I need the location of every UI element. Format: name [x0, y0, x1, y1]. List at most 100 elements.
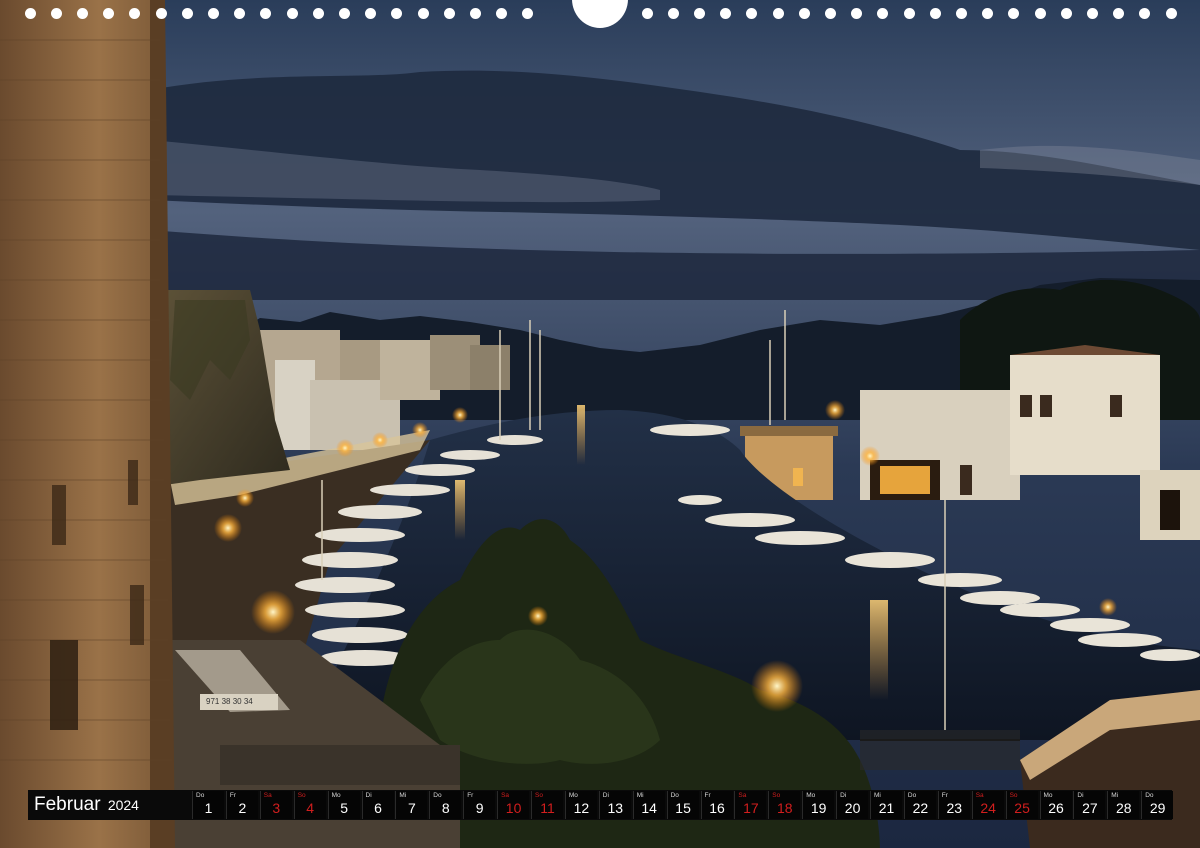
weekday-label: Mi [399, 792, 407, 799]
day-number: 8 [441, 800, 450, 816]
day-number: 3 [272, 800, 281, 816]
day-number: 12 [573, 800, 590, 816]
weekday-label: Di [365, 792, 372, 799]
year-label: 2024 [107, 797, 139, 813]
weekday-label: Mo [331, 792, 341, 799]
day-number: 23 [946, 800, 963, 816]
day-number: 21 [878, 800, 895, 816]
day-number: 16 [709, 800, 725, 816]
binding-hole [929, 8, 941, 19]
weekday-label: Mo [568, 792, 578, 799]
day-number: 13 [607, 800, 624, 816]
binding-hole [667, 8, 679, 19]
binding-hole [76, 8, 88, 19]
binding-hole [338, 8, 350, 19]
binding-hole [772, 8, 784, 19]
weekday-label: Fr [229, 792, 237, 799]
day-cell: Mo 19 [802, 791, 835, 819]
binding-hole [746, 8, 758, 19]
day-cell: Mo 5 [327, 791, 360, 819]
binding-hole [982, 8, 994, 19]
day-cell: So 4 [293, 791, 326, 819]
weekday-label: Do [196, 792, 205, 799]
weekday-label: Mi [636, 792, 644, 799]
day-cell: So 25 [1005, 791, 1038, 819]
day-cell: Mi 14 [632, 791, 665, 819]
day-number: 26 [1048, 800, 1064, 816]
day-number: 5 [340, 800, 348, 816]
weekday-label: Fr [467, 792, 474, 799]
weekday-label: Mi [874, 792, 881, 799]
binding-hole [24, 8, 36, 19]
day-cell: Mi 21 [870, 791, 902, 819]
binding-hole [234, 8, 246, 19]
binding-hole [851, 8, 863, 19]
binding-hole [522, 8, 534, 19]
day-cell: So 11 [531, 791, 563, 819]
day-cell: Sa 10 [497, 791, 530, 819]
binding-hole [1008, 8, 1020, 19]
day-number: 6 [374, 800, 382, 816]
day-cell: Sa 24 [971, 791, 1004, 819]
day-cell: Di 6 [361, 791, 394, 819]
day-cell: So 18 [768, 791, 801, 819]
day-cell: Sa 3 [259, 791, 292, 819]
day-number: 11 [540, 800, 555, 816]
calendar-strip: Februar 2024 Do 1 Fr 2 Sa 3 So 4 Mo 5 Di 6 Mi 7 Do 8 Fr 9… [28, 790, 1174, 820]
binding-hole [1086, 8, 1098, 19]
binding-hole [181, 8, 193, 19]
day-number: 25 [1014, 800, 1030, 816]
calendar-page: 971 38 30 34 Februar 2024 Do 1 Fr 2 Sa 3 So 4 Mo… [0, 0, 1200, 848]
binding-hole [1165, 8, 1177, 19]
binding-hole [50, 8, 62, 19]
binding-hole [1139, 8, 1151, 19]
binding-hole [391, 8, 403, 19]
day-cell: Sa 17 [734, 791, 767, 819]
weekday-label: Fr [941, 792, 948, 799]
binding-hole [129, 8, 141, 19]
binding-hole [798, 8, 810, 19]
day-number: 9 [475, 800, 484, 816]
binding-hole [1113, 8, 1125, 19]
day-number: 29 [1149, 800, 1166, 816]
weekday-label: Fr [704, 792, 711, 799]
weekday-label: So [297, 792, 306, 799]
weekday-label: Do [433, 792, 442, 799]
weekday-label: Mo [806, 792, 816, 799]
day-cell: Do 22 [903, 791, 936, 819]
weekday-label: Mi [1111, 792, 1119, 799]
binding-hole [955, 8, 967, 19]
harbour-night-photo [0, 0, 1200, 848]
day-number: 18 [777, 800, 793, 816]
binding-hole [641, 8, 653, 19]
day-cell: Di 20 [836, 791, 869, 819]
weekday-label: Sa [501, 792, 510, 799]
day-number: 24 [980, 800, 996, 816]
day-number: 2 [238, 800, 247, 816]
binding-hole [417, 8, 429, 19]
weekday-label: Sa [738, 792, 747, 799]
binding-hole [260, 8, 272, 19]
weekday-label: Di [602, 792, 609, 799]
day-cell: Do 29 [1141, 791, 1174, 819]
day-cell: Mi 7 [395, 791, 428, 819]
binding-hole [1060, 8, 1072, 19]
weekday-label: So [535, 792, 543, 799]
day-cell: Mi 28 [1107, 791, 1140, 819]
weekday-label: Di [840, 792, 847, 799]
month-label: Februar 2024 [34, 794, 139, 816]
weekday-label: Mo [1043, 792, 1053, 799]
day-number: 20 [844, 800, 861, 816]
day-cell: Fr 2 [225, 791, 258, 819]
binding-hole [1034, 8, 1046, 19]
day-number: 27 [1082, 800, 1098, 816]
day-cell: Mo 12 [564, 791, 597, 819]
day-number: 15 [675, 800, 691, 816]
weekday-label: Do [1145, 792, 1154, 799]
day-number: 14 [641, 800, 657, 816]
weekday-label: Do [907, 792, 917, 799]
day-number: 28 [1116, 800, 1132, 816]
day-number: 22 [912, 800, 929, 816]
binding-hole [312, 8, 324, 19]
binding-hole [496, 8, 508, 19]
